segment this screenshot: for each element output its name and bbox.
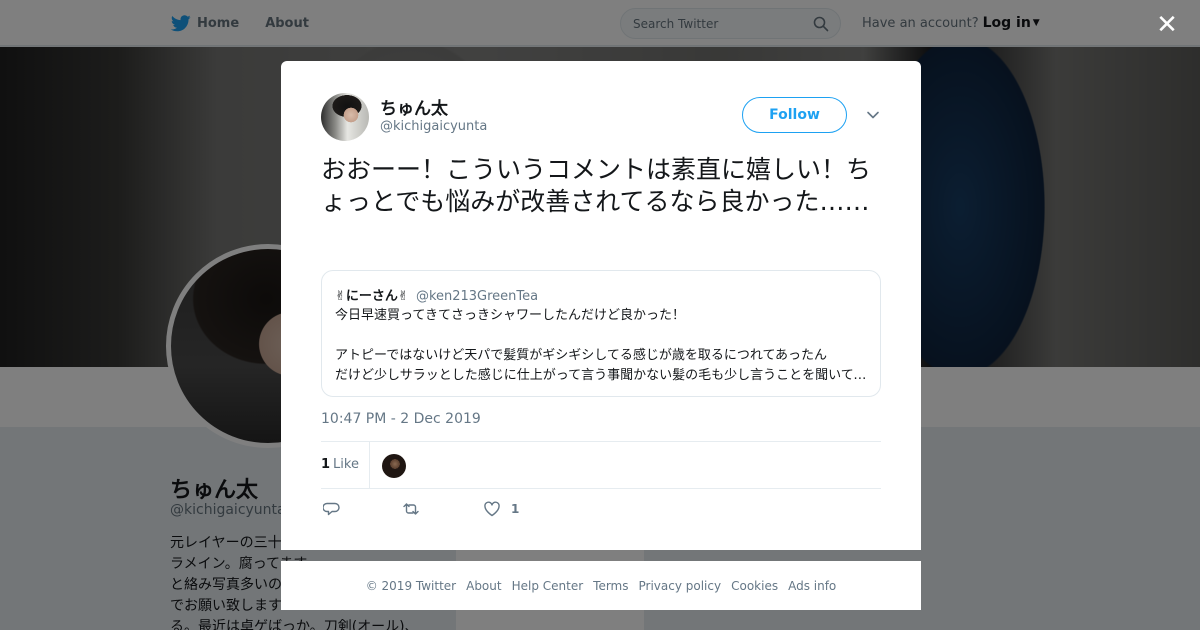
- footer-link-ads-info[interactable]: Ads info: [788, 579, 836, 593]
- footer-link-cookies[interactable]: Cookies: [731, 579, 778, 593]
- heart-icon: [484, 501, 500, 517]
- chevron-down-icon[interactable]: [865, 107, 881, 123]
- author-name[interactable]: ちゅん太: [380, 94, 448, 119]
- quoted-line: だけど少しサラッとした感じに仕上がって言う事聞かない髪の毛も少し言うことを聞いて…: [335, 368, 869, 383]
- likes-stat[interactable]: 1 Like: [321, 457, 359, 472]
- quoted-text: 今日早速買ってきてさっきシャワーしたんだけど良かった！ アトピーではないけど天パ…: [335, 306, 869, 386]
- quoted-author-name: ✌にーさん✌: [335, 289, 409, 304]
- quoted-line: 今日早速買ってきてさっきシャワーしたんだけど良かった！: [335, 308, 685, 323]
- reply-icon: [323, 502, 340, 516]
- quoted-line: アトピーではないけど天パで髪質がギシギシしてる感じが歳を取るにつれてあったん: [335, 348, 828, 363]
- likes-count: 1: [321, 457, 331, 472]
- author-avatar[interactable]: [321, 93, 369, 141]
- tweet-actions: 1: [321, 500, 881, 522]
- footer-link-about[interactable]: About: [466, 579, 501, 593]
- close-icon[interactable]: ✕: [1154, 12, 1180, 38]
- footer-link-privacy[interactable]: Privacy policy: [639, 579, 722, 593]
- tweet-modal: ちゅん太 @kichigaicyunta Follow おおーー！こういうコメン…: [281, 61, 921, 550]
- stats-divider: [369, 442, 370, 489]
- footer-link-help-center[interactable]: Help Center: [512, 579, 584, 593]
- quoted-tweet[interactable]: ✌にーさん✌ @ken213GreenTea 今日早速買ってきてさっきシャワーし…: [321, 270, 881, 397]
- tweet-timestamp[interactable]: 10:47 PM - 2 Dec 2019: [321, 411, 481, 427]
- footer-copyright: © 2019 Twitter: [365, 578, 457, 593]
- like-action-count: 1: [511, 502, 520, 516]
- liker-avatar[interactable]: [382, 454, 406, 478]
- quoted-header: ✌にーさん✌ @ken213GreenTea: [335, 285, 538, 304]
- likes-label: Like: [333, 457, 359, 472]
- author-handle[interactable]: @kichigaicyunta: [380, 119, 487, 134]
- footer: © 2019 Twitter About Help Center Terms P…: [281, 561, 921, 610]
- retweet-icon: [403, 503, 419, 515]
- tweet-stats: 1 Like: [321, 441, 881, 489]
- footer-link-terms[interactable]: Terms: [593, 579, 628, 593]
- tweet-text: おおーー！こういうコメントは素直に嬉しい！ちょっとでも悩みが改善されてるなら良か…: [321, 155, 872, 216]
- quoted-author-handle: @ken213GreenTea: [415, 289, 539, 304]
- follow-button[interactable]: Follow: [742, 97, 847, 133]
- reply-button[interactable]: [323, 500, 341, 518]
- retweet-button[interactable]: [402, 500, 420, 518]
- like-button[interactable]: 1: [483, 500, 519, 518]
